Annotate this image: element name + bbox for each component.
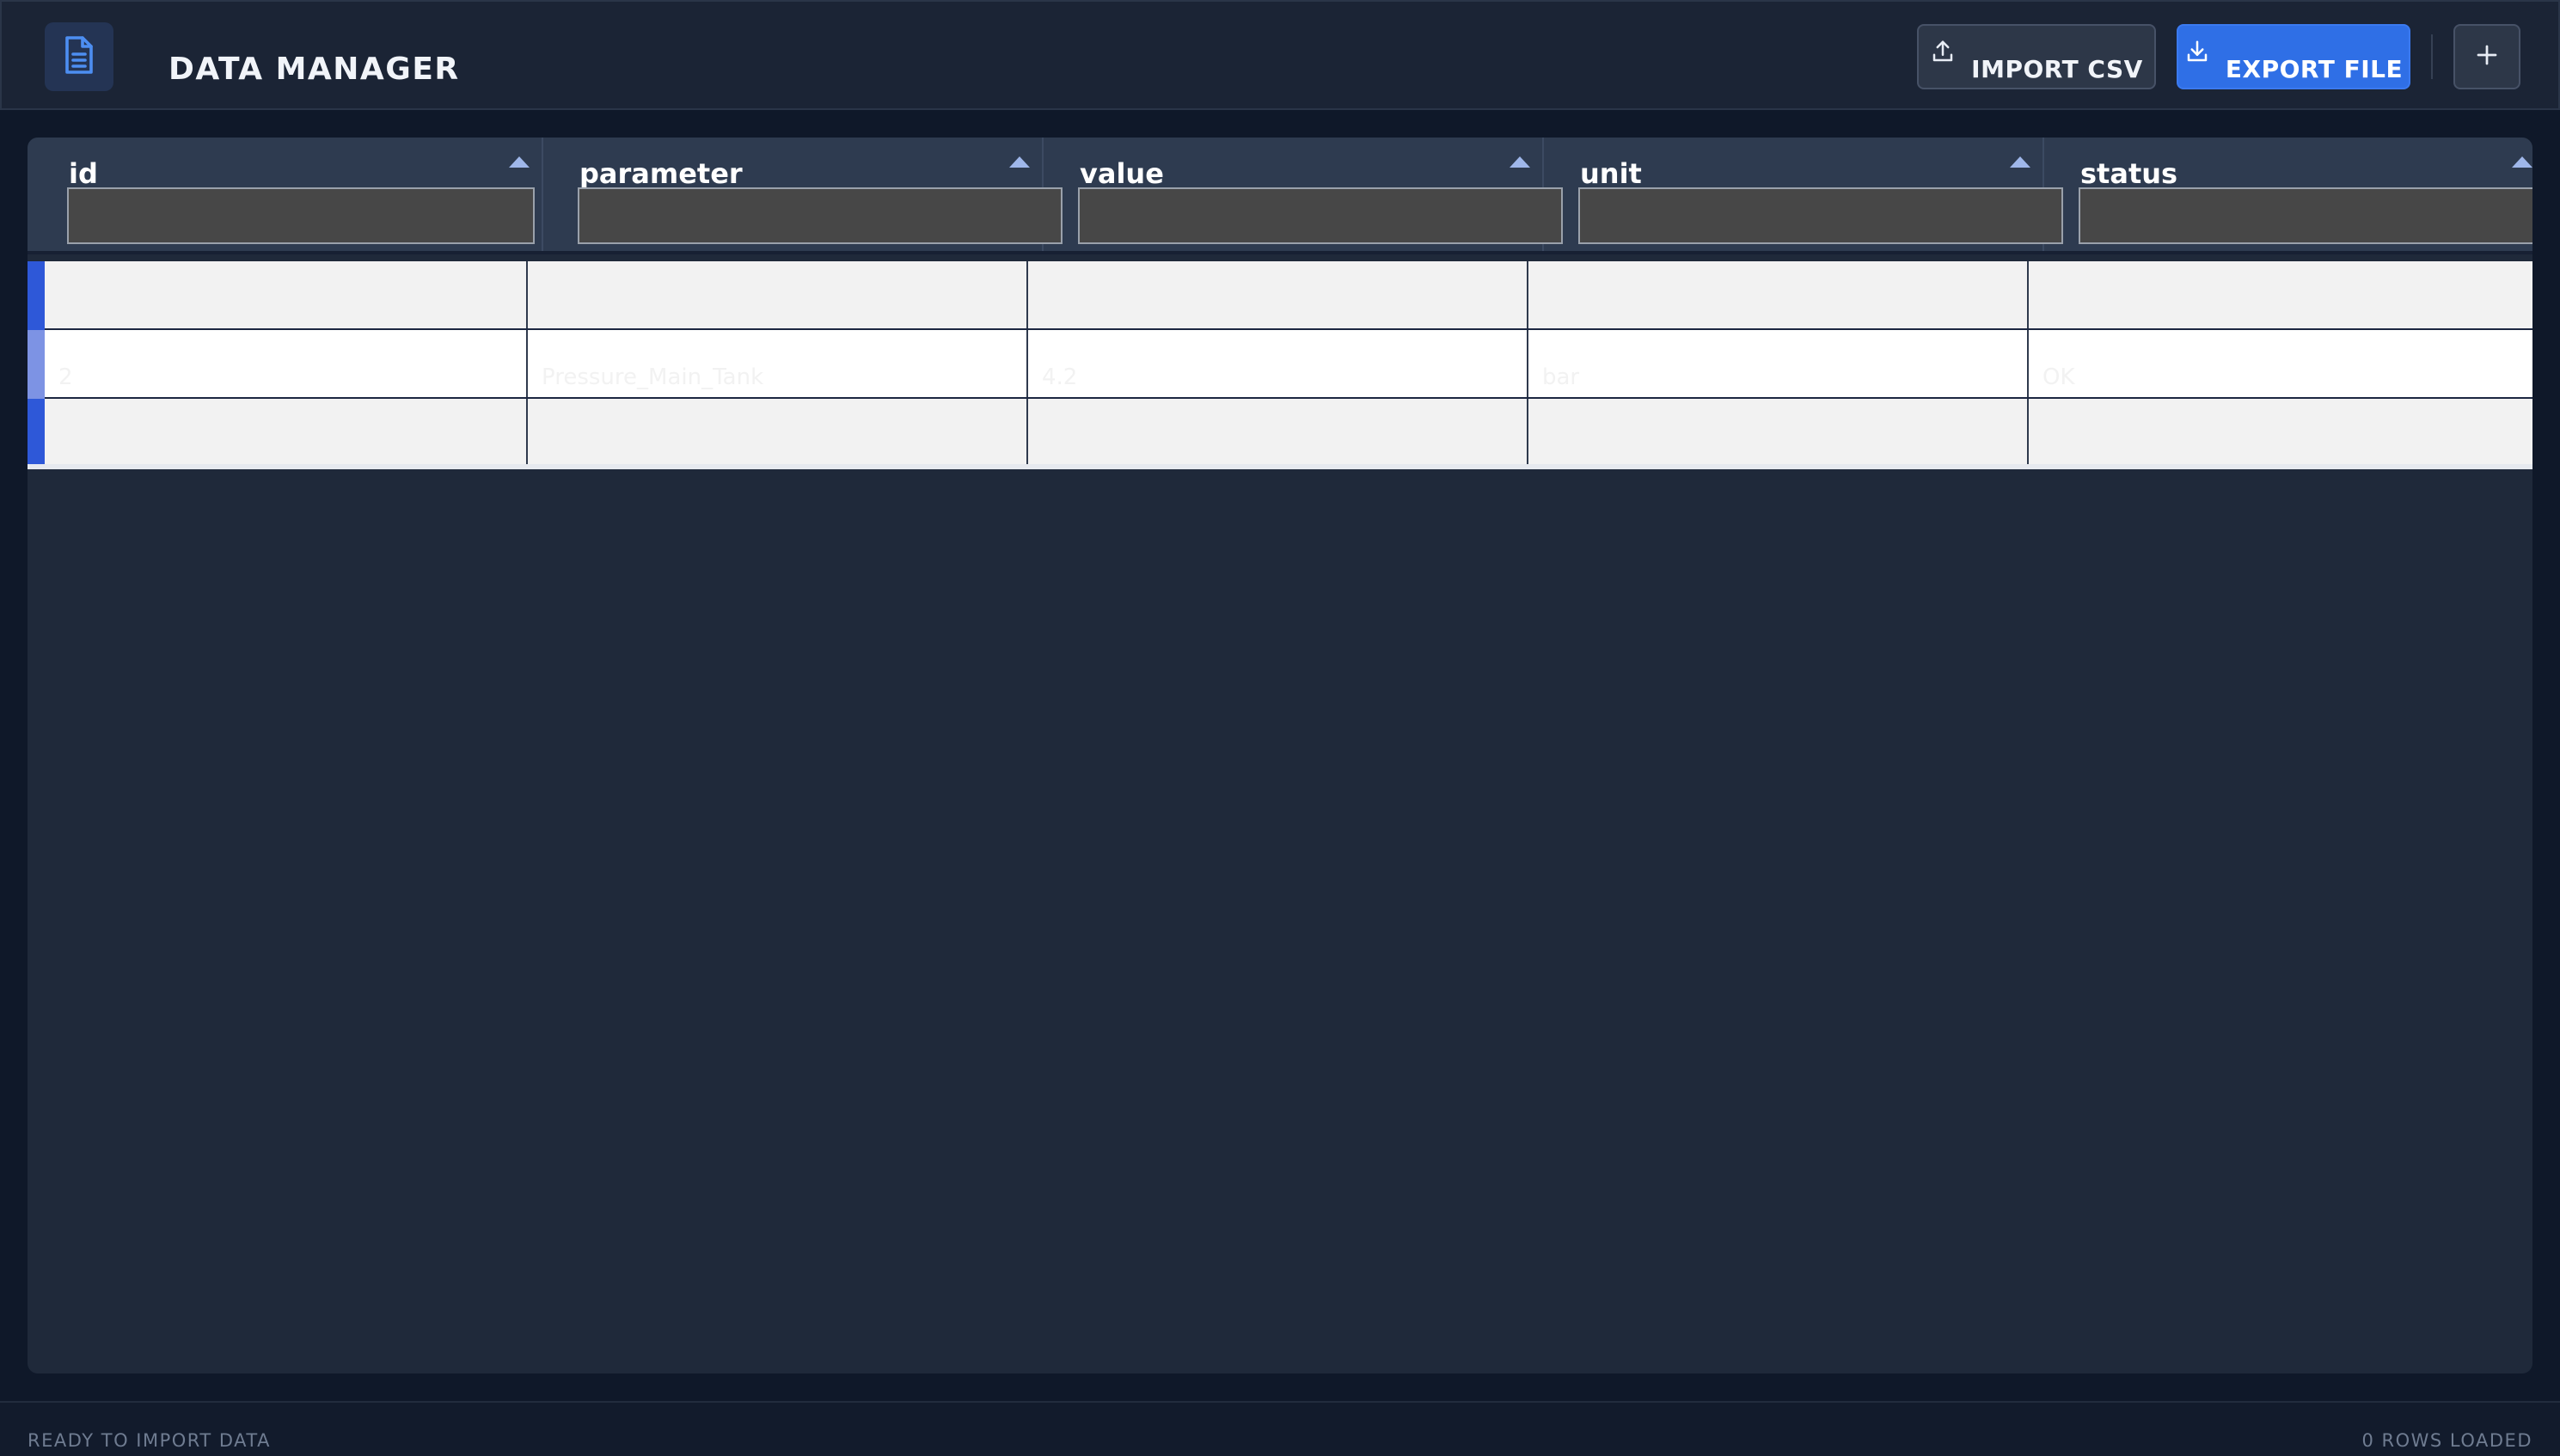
cell-status[interactable]	[2029, 261, 2532, 328]
row-selection-marker[interactable]	[28, 330, 45, 399]
sort-ascending-icon[interactable]	[2512, 156, 2532, 168]
status-bar: READY TO IMPORT DATA 0 ROWS LOADED	[0, 1401, 2560, 1456]
column-title: parameter	[579, 157, 743, 190]
header-divider	[2431, 34, 2433, 79]
plus-icon	[2474, 42, 2500, 71]
app-title: DATA MANAGER	[168, 52, 460, 87]
cell-parameter[interactable]	[528, 399, 1028, 466]
table-row[interactable]	[28, 261, 2532, 330]
column-header-id[interactable]: id	[28, 138, 543, 251]
cell-id[interactable]	[45, 261, 528, 328]
table-row[interactable]: 2 Pressure_Main_Tank 4.2 bar OK	[28, 330, 2532, 399]
cell-unit[interactable]	[1528, 399, 2029, 466]
cell-unit[interactable]	[1528, 261, 2029, 328]
column-header-unit[interactable]: unit	[1544, 138, 2063, 251]
cell-id[interactable]: 2	[45, 330, 528, 397]
app-window: DATA MANAGER IMPORT CSV EXPORT FILE id p…	[0, 0, 2560, 1456]
filter-input-value[interactable]	[1078, 187, 1563, 244]
cell-value[interactable]	[1028, 261, 1528, 328]
sort-ascending-icon[interactable]	[1009, 156, 1030, 168]
column-header-value[interactable]: value	[1044, 138, 1563, 251]
cell-status[interactable]: OK	[2029, 330, 2532, 397]
export-file-button[interactable]: EXPORT FILE	[2177, 24, 2410, 89]
cell-value[interactable]	[1028, 399, 1528, 466]
sort-ascending-icon[interactable]	[2010, 156, 2030, 168]
status-message: READY TO IMPORT DATA	[28, 1430, 271, 1451]
column-header-parameter[interactable]: parameter	[543, 138, 1063, 251]
cell-value[interactable]: 4.2	[1028, 330, 1528, 397]
column-header-status[interactable]: status	[2044, 138, 2532, 251]
export-file-label: EXPORT FILE	[2225, 54, 2404, 83]
upload-icon	[1930, 39, 1956, 64]
table-row[interactable]	[28, 399, 2532, 468]
cell-id[interactable]	[45, 399, 528, 466]
app-header: DATA MANAGER IMPORT CSV EXPORT FILE	[0, 0, 2560, 110]
grid-bottom-border	[28, 464, 2532, 469]
column-title: unit	[1580, 157, 1642, 190]
column-title: id	[69, 157, 98, 190]
filter-input-parameter[interactable]	[578, 187, 1063, 244]
document-icon	[62, 35, 96, 78]
grid-header: id parameter value unit status	[28, 138, 2532, 254]
cell-parameter[interactable]	[528, 261, 1028, 328]
row-selection-marker[interactable]	[28, 399, 45, 468]
filter-input-status[interactable]	[2079, 187, 2532, 244]
filter-input-unit[interactable]	[1578, 187, 2063, 244]
import-csv-label: IMPORT CSV	[1971, 54, 2143, 83]
filter-input-id[interactable]	[67, 187, 535, 244]
sort-ascending-icon[interactable]	[1510, 156, 1530, 168]
sort-ascending-icon[interactable]	[509, 156, 530, 168]
column-title: value	[1080, 157, 1164, 190]
row-selection-marker[interactable]	[28, 261, 45, 330]
data-grid-panel: id parameter value unit status 2 Pressur…	[28, 138, 2532, 1373]
cell-status[interactable]	[2029, 399, 2532, 466]
download-icon	[2184, 39, 2210, 64]
add-button[interactable]	[2453, 24, 2520, 89]
app-logo	[45, 22, 113, 91]
cell-parameter[interactable]: Pressure_Main_Tank	[528, 330, 1028, 397]
row-count: 0 ROWS LOADED	[2361, 1430, 2532, 1451]
column-title: status	[2080, 157, 2178, 190]
cell-unit[interactable]: bar	[1528, 330, 2029, 397]
import-csv-button[interactable]: IMPORT CSV	[1917, 24, 2156, 89]
